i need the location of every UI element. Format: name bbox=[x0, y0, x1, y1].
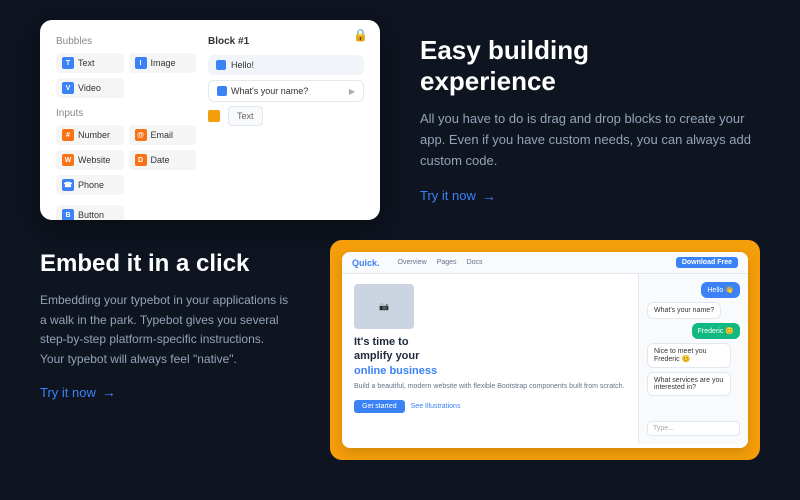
image-icon: I bbox=[135, 57, 147, 69]
website-icon: W bbox=[62, 154, 74, 166]
inputs-label: Inputs bbox=[56, 108, 196, 119]
section-desc-top: All you have to do is drag and drop bloc… bbox=[420, 109, 760, 171]
chat-msg-meet: Nice to meet you Frederic 😊 bbox=[647, 343, 731, 368]
try-link-top[interactable]: Try it now → bbox=[420, 188, 496, 204]
browser-nav: Overview Pages Docs bbox=[398, 259, 668, 266]
date-icon: D bbox=[135, 154, 147, 166]
lock-icon: 🔒 bbox=[353, 28, 368, 42]
bubbles-grid: T Text I Image V Video bbox=[56, 53, 196, 98]
block-video: V Video bbox=[56, 78, 124, 98]
try-link-bottom[interactable]: Try it now → bbox=[40, 384, 116, 400]
highlight-text: online business bbox=[354, 365, 437, 377]
download-free-button[interactable]: Download Free bbox=[676, 257, 738, 268]
block-number: # Number bbox=[56, 125, 124, 145]
block-date: D Date bbox=[129, 150, 197, 170]
text-block-icon bbox=[208, 110, 220, 122]
top-section: 🔒 Bubbles T Text I Image V Video bbox=[0, 0, 800, 240]
bottom-section: Embed it in a click Embedding your typeb… bbox=[0, 240, 800, 480]
left-content-bottom: Embed it in a click Embedding your typeb… bbox=[40, 240, 290, 402]
right-panel: Block #1 Hello! What's your name? ▶ Text bbox=[208, 36, 364, 204]
chat-bubble-hello: Hello! bbox=[208, 55, 364, 75]
inputs-grid: # Number @ Email W Website D Date bbox=[56, 125, 196, 195]
block-button: B Button bbox=[56, 205, 124, 220]
button-icon: B bbox=[62, 209, 74, 220]
arrow-right-icon: → bbox=[482, 188, 496, 204]
email-icon: @ bbox=[135, 129, 147, 141]
browser-logo: Quick. bbox=[352, 258, 380, 268]
section-title-easy: Easy building experience bbox=[420, 35, 760, 97]
chat-input[interactable]: Type... bbox=[647, 421, 740, 436]
dropdown-suggestion-row: Text bbox=[208, 106, 364, 126]
right-content-top: Easy building experience All you have to… bbox=[420, 35, 760, 206]
chat-msg-services: What services are you interested in? bbox=[647, 372, 731, 396]
browser-topbar: Quick. Overview Pages Docs Download Free bbox=[342, 252, 748, 274]
get-started-button[interactable]: Get started bbox=[354, 400, 405, 413]
browser-window: Quick. Overview Pages Docs Download Free… bbox=[342, 252, 748, 448]
arrow-right-icon-2: → bbox=[102, 384, 116, 400]
dropdown-text-item: Text bbox=[228, 106, 263, 126]
number-icon: # bbox=[62, 129, 74, 141]
button-grid: B Button bbox=[56, 205, 196, 220]
chat-msg-name-q: What's your name? bbox=[647, 302, 721, 319]
nav-docs: Docs bbox=[467, 259, 483, 266]
chat-msg-hello: Hello 👋 bbox=[701, 282, 740, 298]
bubble-icon-1 bbox=[216, 60, 226, 70]
nav-pages: Pages bbox=[437, 259, 457, 266]
browser-buttons: Get started See Illustrations bbox=[354, 400, 626, 413]
block-number-header: Block #1 bbox=[208, 36, 364, 47]
chat-msg-frederic: Frederic 😊 bbox=[692, 323, 740, 339]
section-desc-bottom: Embedding your typebot in your applicati… bbox=[40, 291, 290, 370]
section-title-embed: Embed it in a click bbox=[40, 250, 290, 279]
phone-icon: ☎ bbox=[62, 179, 74, 191]
nav-overview: Overview bbox=[398, 259, 427, 266]
bubbles-label: Bubbles bbox=[56, 36, 196, 47]
text-icon: T bbox=[62, 57, 74, 69]
browser-main: 📷 It's time to amplify your online busin… bbox=[342, 274, 638, 444]
builder-mockup: 🔒 Bubbles T Text I Image V Video bbox=[40, 20, 380, 220]
block-website: W Website bbox=[56, 150, 124, 170]
browser-body: 📷 It's time to amplify your online busin… bbox=[342, 274, 748, 444]
block-image: I Image bbox=[129, 53, 197, 73]
browser-chat: Hello 👋 What's your name? Frederic 😊 Nic… bbox=[638, 274, 748, 444]
see-illustrations-link[interactable]: See Illustrations bbox=[411, 400, 461, 413]
video-icon: V bbox=[62, 82, 74, 94]
builder-inner: Bubbles T Text I Image V Video Input bbox=[56, 36, 364, 204]
chat-bubble-name: What's your name? ▶ bbox=[208, 80, 364, 102]
browser-mockup: Quick. Overview Pages Docs Download Free… bbox=[330, 240, 760, 460]
block-phone: ☎ Phone bbox=[56, 175, 124, 195]
left-panel: Bubbles T Text I Image V Video Input bbox=[56, 36, 196, 204]
block-text: T Text bbox=[56, 53, 124, 73]
bubble-icon-2 bbox=[217, 86, 227, 96]
dropdown-arrow: ▶ bbox=[349, 87, 355, 96]
browser-main-title: It's time to amplify your online busines… bbox=[354, 335, 626, 378]
browser-desc: Build a beautiful, modern website with f… bbox=[354, 382, 626, 392]
hero-image: 📷 bbox=[354, 284, 414, 329]
block-email: @ Email bbox=[129, 125, 197, 145]
